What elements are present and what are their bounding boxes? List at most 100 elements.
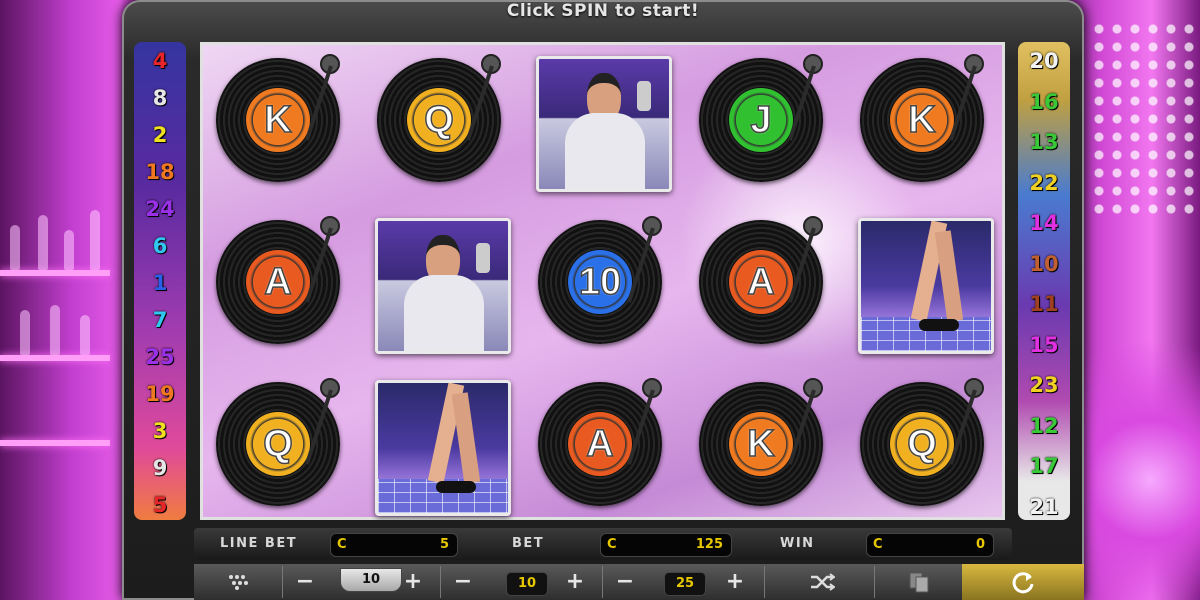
payline-number-right[interactable]: 11 — [1018, 293, 1070, 315]
grid-dots-icon — [229, 575, 248, 590]
meters-bar: LINE BET C 5 BET C 125 WIN C 0 — [194, 528, 1012, 560]
dancer-symbol — [850, 210, 998, 358]
symbol-letter: K — [729, 412, 793, 476]
divider — [440, 566, 441, 598]
divider — [874, 566, 875, 598]
payline-number-left[interactable]: 5 — [134, 494, 186, 516]
bar-shelf — [0, 440, 110, 446]
bartender-icon — [375, 218, 511, 354]
menu-button[interactable] — [214, 564, 264, 600]
payline-number-right[interactable]: 14 — [1018, 212, 1070, 234]
dancer-legs-icon — [375, 380, 511, 516]
coin-value-display: 10 — [340, 568, 402, 592]
record-symbol: Q — [367, 48, 515, 196]
record-symbol: A — [689, 210, 837, 358]
bottle-icon — [20, 310, 30, 355]
tonearm-icon — [946, 376, 986, 465]
record-symbol: Q — [850, 372, 998, 520]
payline-number-right[interactable]: 15 — [1018, 334, 1070, 356]
symbol-letter: A — [729, 250, 793, 314]
currency-symbol: C — [337, 537, 347, 552]
bottle-icon — [64, 230, 74, 270]
divider — [602, 566, 603, 598]
payline-number-right[interactable]: 23 — [1018, 374, 1070, 396]
coin-plus-button[interactable]: + — [398, 564, 428, 600]
payline-number-right[interactable]: 20 — [1018, 50, 1070, 72]
tonearm-icon — [946, 52, 986, 141]
payline-number-left[interactable]: 19 — [134, 383, 186, 405]
slot-cabinet: Click SPIN to start! K A Q Q 10 A J A K K Q 4 8 2 18 2… — [122, 0, 1084, 600]
reel-window: K A Q Q 10 A J A K K Q — [200, 42, 1005, 520]
currency-symbol: C — [873, 537, 883, 552]
status-message: Click SPIN to start! — [506, 1, 700, 21]
lines-display: 25 — [664, 572, 706, 596]
line-bet-meter: C 5 — [330, 533, 458, 557]
symbol-letter: A — [568, 412, 632, 476]
autoplay-button[interactable] — [792, 564, 852, 600]
symbol-letter: 10 — [568, 250, 632, 314]
record-symbol: K — [689, 372, 837, 520]
record-symbol: 10 — [528, 210, 676, 358]
win-meter: C 0 — [866, 533, 994, 557]
record-symbol: A — [206, 210, 354, 358]
bet-label: BET — [512, 536, 545, 551]
payline-number-left[interactable]: 1 — [134, 272, 186, 294]
tonearm-icon — [624, 214, 664, 303]
payline-number-left[interactable]: 4 — [134, 50, 186, 72]
payline-number-left[interactable]: 6 — [134, 235, 186, 257]
payline-number-right[interactable]: 21 — [1018, 496, 1070, 518]
payline-number-left[interactable]: 9 — [134, 457, 186, 479]
record-symbol: A — [528, 372, 676, 520]
symbol-letter: K — [890, 88, 954, 152]
club-lights-right — [1090, 20, 1200, 220]
symbol-letter: A — [246, 250, 310, 314]
payline-number-left[interactable]: 8 — [134, 87, 186, 109]
tonearm-icon — [785, 376, 825, 465]
tonearm-icon — [463, 52, 503, 141]
bet-level-plus-button[interactable]: + — [560, 564, 590, 600]
tonearm-icon — [624, 376, 664, 465]
payline-number-left[interactable]: 2 — [134, 124, 186, 146]
gamble-button[interactable] — [894, 564, 944, 600]
payline-number-left[interactable]: 3 — [134, 420, 186, 442]
payline-number-left[interactable]: 24 — [134, 198, 186, 220]
payline-number-left[interactable]: 25 — [134, 346, 186, 368]
payline-column-right — [1018, 42, 1070, 520]
bet-value: 125 — [695, 537, 723, 552]
lines-minus-button[interactable]: − — [610, 564, 640, 600]
payline-number-left[interactable]: 18 — [134, 161, 186, 183]
divider — [282, 566, 283, 598]
record-symbol: K — [206, 48, 354, 196]
divider — [764, 566, 765, 598]
symbol-letter: Q — [407, 88, 471, 152]
bottle-icon — [80, 315, 90, 355]
bet-level-minus-button[interactable]: − — [448, 564, 478, 600]
payline-number-right[interactable]: 12 — [1018, 415, 1070, 437]
payline-number-right[interactable]: 10 — [1018, 253, 1070, 275]
payline-number-right[interactable]: 22 — [1018, 172, 1070, 194]
payline-number-right[interactable]: 16 — [1018, 91, 1070, 113]
dancer-symbol — [367, 372, 515, 520]
payline-number-left[interactable]: 7 — [134, 309, 186, 331]
record-symbol: Q — [206, 372, 354, 520]
symbol-letter: J — [729, 88, 793, 152]
tonearm-icon — [302, 52, 342, 141]
tonearm-icon — [302, 376, 342, 465]
cards-icon — [909, 572, 929, 593]
symbol-letter: Q — [890, 412, 954, 476]
lines-plus-button[interactable]: + — [720, 564, 750, 600]
coin-minus-button[interactable]: − — [290, 564, 320, 600]
bet-meter: C 125 — [600, 533, 732, 557]
payline-number-right[interactable]: 13 — [1018, 131, 1070, 153]
dancer-legs-icon — [858, 218, 994, 354]
line-bet-value: 5 — [439, 537, 449, 552]
payline-number-right[interactable]: 17 — [1018, 455, 1070, 477]
spin-button[interactable] — [962, 564, 1084, 600]
tonearm-icon — [785, 52, 825, 141]
currency-symbol: C — [607, 537, 617, 552]
bar-shelf — [0, 355, 110, 361]
record-symbol: K — [850, 48, 998, 196]
win-value: 0 — [975, 537, 985, 552]
tonearm-icon — [302, 214, 342, 303]
bartender-symbol — [367, 210, 515, 358]
